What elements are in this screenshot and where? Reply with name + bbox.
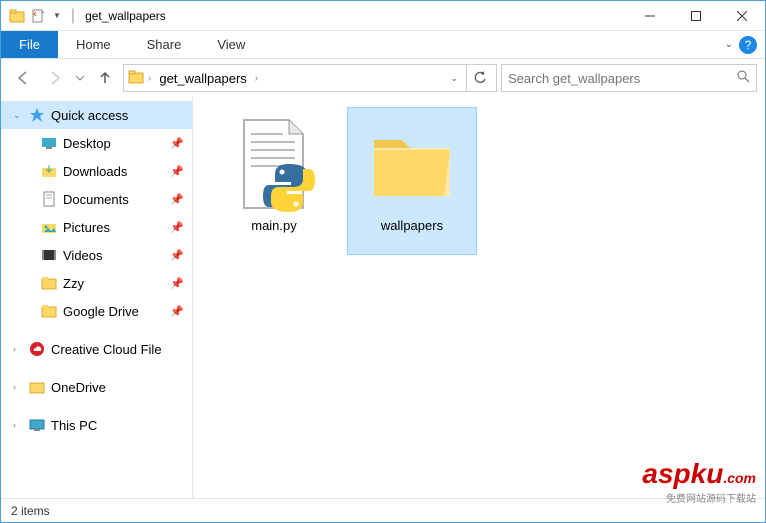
sidebar-label: Desktop <box>63 136 111 151</box>
sidebar-label: Quick access <box>51 108 128 123</box>
sidebar-item-documents[interactable]: Documents 📌 <box>1 185 192 213</box>
sidebar-item-desktop[interactable]: Desktop 📌 <box>1 129 192 157</box>
pin-icon: 📌 <box>170 165 184 178</box>
expand-ribbon-icon[interactable]: ⌄ <box>725 39 733 50</box>
search-input[interactable] <box>508 71 736 86</box>
sidebar-item-google-drive[interactable]: Google Drive 📌 <box>1 297 192 325</box>
file-item-folder[interactable]: wallpapers <box>347 107 477 255</box>
back-button[interactable] <box>9 64 37 92</box>
close-button[interactable] <box>719 1 765 31</box>
expand-icon[interactable]: › <box>13 382 16 392</box>
pin-icon: 📌 <box>170 137 184 150</box>
maximize-button[interactable] <box>673 1 719 31</box>
item-count: 2 items <box>11 504 50 518</box>
pin-icon: 📌 <box>170 193 184 206</box>
sidebar-item-creative-cloud[interactable]: › Creative Cloud File <box>1 335 192 363</box>
up-button[interactable] <box>91 64 119 92</box>
breadcrumb-item[interactable]: get_wallpapers <box>155 69 250 88</box>
creative-cloud-icon <box>29 341 45 357</box>
address-bar[interactable]: › get_wallpapers › ⌄ <box>123 64 497 92</box>
tab-file[interactable]: File <box>1 31 58 58</box>
file-view[interactable]: main.py wallpapers <box>193 97 765 498</box>
minimize-button[interactable] <box>627 1 673 31</box>
chevron-right-icon[interactable]: › <box>148 73 151 84</box>
sidebar-label: Videos <box>63 248 103 263</box>
navigation-pane[interactable]: ⌄ Quick access Desktop 📌 Downloads 📌 Doc… <box>1 97 193 498</box>
sidebar-item-this-pc[interactable]: › This PC <box>1 411 192 439</box>
address-dropdown-icon[interactable]: ⌄ <box>444 73 464 84</box>
folder-icon <box>128 69 144 88</box>
sidebar-item-onedrive[interactable]: › OneDrive <box>1 373 192 401</box>
onedrive-icon <box>29 379 45 395</box>
properties-icon[interactable] <box>31 8 47 24</box>
sidebar-label: OneDrive <box>51 380 106 395</box>
file-item-python[interactable]: main.py <box>209 107 339 255</box>
sidebar-label: Pictures <box>63 220 110 235</box>
sidebar-label: Documents <box>63 192 129 207</box>
recent-locations-button[interactable] <box>73 64 87 92</box>
ribbon-tabs: File Home Share View ⌄ ? <box>1 31 765 59</box>
sidebar-item-quick-access[interactable]: ⌄ Quick access <box>1 101 192 129</box>
chevron-right-icon[interactable]: › <box>255 73 258 84</box>
window-controls <box>627 1 765 31</box>
sidebar-label: Creative Cloud File <box>51 342 162 357</box>
pin-icon: 📌 <box>170 305 184 318</box>
sidebar-label: Downloads <box>63 164 127 179</box>
explorer-window: ▼ | get_wallpapers File Home Share View … <box>0 0 766 523</box>
sidebar-item-downloads[interactable]: Downloads 📌 <box>1 157 192 185</box>
expand-icon[interactable]: › <box>13 420 16 430</box>
python-file-icon <box>226 114 322 214</box>
star-icon <box>29 107 45 123</box>
title-separator: | <box>71 7 75 25</box>
documents-icon <box>41 191 57 207</box>
search-box[interactable] <box>501 64 757 92</box>
downloads-icon <box>41 163 57 179</box>
body: ⌄ Quick access Desktop 📌 Downloads 📌 Doc… <box>1 97 765 498</box>
sidebar-label: Google Drive <box>63 304 139 319</box>
collapse-icon[interactable]: ⌄ <box>13 110 21 121</box>
tab-view[interactable]: View <box>199 31 263 58</box>
file-name: wallpapers <box>381 218 443 233</box>
videos-icon <box>41 247 57 263</box>
pictures-icon <box>41 219 57 235</box>
sidebar-label: This PC <box>51 418 97 433</box>
desktop-icon <box>41 135 57 151</box>
tab-share[interactable]: Share <box>129 31 200 58</box>
title-bar: ▼ | get_wallpapers <box>1 1 765 31</box>
sidebar-item-zzy[interactable]: Zzy 📌 <box>1 269 192 297</box>
expand-icon[interactable]: › <box>13 344 16 354</box>
quick-access-toolbar: ▼ | get_wallpapers <box>1 7 174 25</box>
file-name: main.py <box>251 218 297 233</box>
pin-icon: 📌 <box>170 277 184 290</box>
tab-home[interactable]: Home <box>58 31 129 58</box>
this-pc-icon <box>29 417 45 433</box>
navigation-bar: › get_wallpapers › ⌄ <box>1 59 765 97</box>
sidebar-item-videos[interactable]: Videos 📌 <box>1 241 192 269</box>
folder-icon <box>364 114 460 214</box>
sidebar-item-pictures[interactable]: Pictures 📌 <box>1 213 192 241</box>
watermark: aspku.com 免费网站源码下载站 <box>642 458 756 505</box>
refresh-button[interactable] <box>466 65 492 91</box>
sidebar-label: Zzy <box>63 276 84 291</box>
qat-chevron-icon[interactable]: ▼ <box>53 11 61 20</box>
pin-icon: 📌 <box>170 221 184 234</box>
search-icon[interactable] <box>736 69 750 88</box>
pin-icon: 📌 <box>170 249 184 262</box>
window-title: get_wallpapers <box>85 9 166 23</box>
folder-icon <box>41 275 57 291</box>
folder-icon <box>9 8 25 24</box>
help-icon[interactable]: ? <box>739 36 757 54</box>
forward-button[interactable] <box>41 64 69 92</box>
folder-icon <box>41 303 57 319</box>
